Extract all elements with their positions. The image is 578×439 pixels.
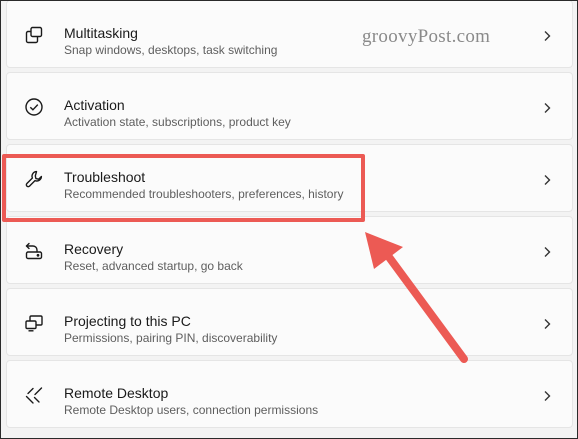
chevron-right-icon: [542, 390, 552, 402]
item-subtitle: Remote Desktop users, connection permiss…: [64, 403, 319, 417]
settings-item-troubleshoot[interactable]: Troubleshoot Recommended troubleshooters…: [6, 144, 573, 212]
item-subtitle: Permissions, pairing PIN, discoverabilit…: [64, 331, 278, 345]
chevron-right-icon: [542, 174, 552, 186]
chevron-right-icon: [542, 318, 552, 330]
groovypost-watermark: groovyPost.com: [362, 26, 491, 47]
multitasking-icon: [24, 25, 44, 45]
activation-check-icon: [24, 97, 44, 117]
item-title: Troubleshoot: [64, 169, 146, 185]
item-title: Remote Desktop: [64, 385, 169, 401]
chevron-right-icon: [542, 30, 552, 42]
item-subtitle: Activation state, subscriptions, product…: [64, 115, 291, 129]
remote-desktop-icon: [24, 385, 44, 405]
settings-list: Multitasking Snap windows, desktops, tas…: [6, 1, 573, 432]
settings-item-activation[interactable]: Activation Activation state, subscriptio…: [6, 72, 573, 140]
projecting-icon: [24, 313, 44, 333]
settings-item-recovery[interactable]: Recovery Reset, advanced startup, go bac…: [6, 216, 573, 284]
item-title: Multitasking: [64, 25, 138, 41]
settings-item-projecting[interactable]: Projecting to this PC Permissions, pairi…: [6, 288, 573, 356]
item-title: Activation: [64, 97, 125, 113]
item-subtitle: Reset, advanced startup, go back: [64, 259, 243, 273]
item-subtitle: Recommended troubleshooters, preferences…: [64, 187, 344, 201]
item-subtitle: Snap windows, desktops, task switching: [64, 43, 278, 57]
settings-panel: Multitasking Snap windows, desktops, tas…: [0, 0, 578, 439]
chevron-right-icon: [542, 246, 552, 258]
item-title: Recovery: [64, 241, 124, 257]
wrench-icon: [24, 169, 44, 189]
chevron-right-icon: [542, 102, 552, 114]
recovery-icon: [24, 241, 44, 261]
item-title: Projecting to this PC: [64, 313, 191, 329]
settings-item-remote-desktop[interactable]: Remote Desktop Remote Desktop users, con…: [6, 360, 573, 428]
